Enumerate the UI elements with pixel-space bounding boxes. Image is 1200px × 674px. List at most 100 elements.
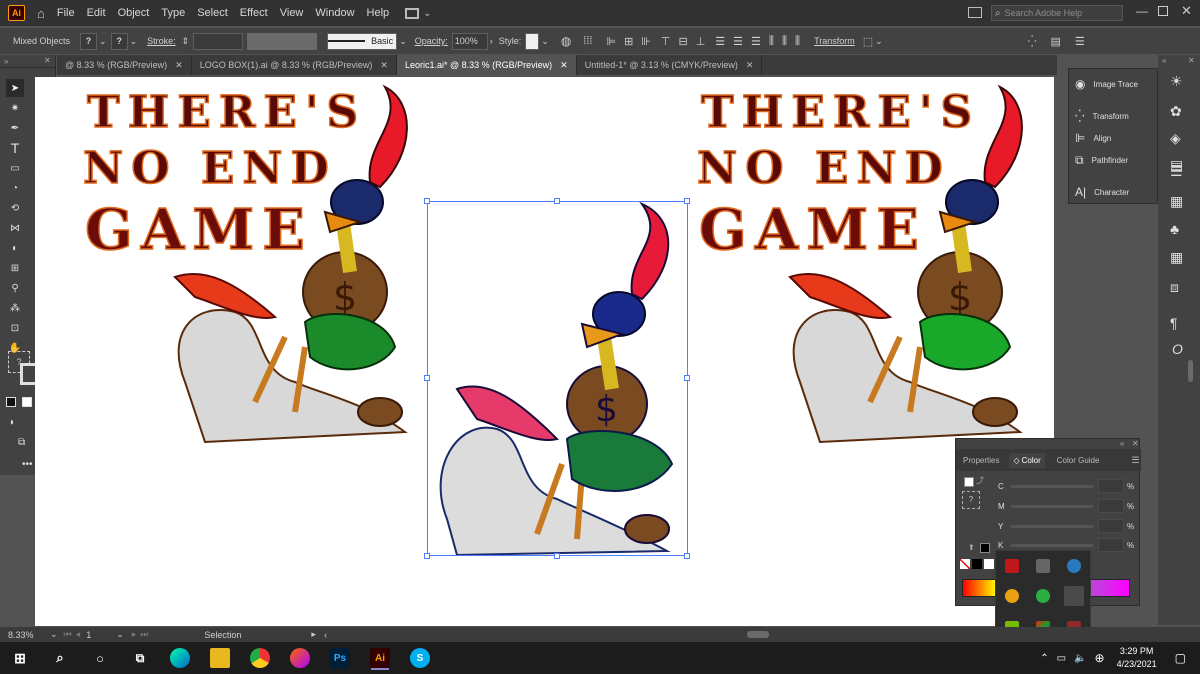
last-artboard-icon[interactable]: ⏭ [140, 629, 148, 640]
menu-edit[interactable]: Edit [87, 7, 106, 19]
panel-menu-icon[interactable]: ☰ [1131, 455, 1139, 466]
cortana-icon[interactable]: ○ [90, 648, 110, 668]
tab-untitled-1[interactable]: Untitled-1* @ 3.13 % (CMYK/Preview) ✕ [577, 55, 763, 75]
chevron-down-icon[interactable]: ⌄ [875, 36, 883, 47]
chrome-icon[interactable] [250, 648, 270, 668]
align-bottom-icon[interactable]: ⊥ [696, 35, 706, 48]
close-panel-icon[interactable]: ✕ [1132, 439, 1139, 448]
tab-color-guide[interactable]: Color Guide [1057, 456, 1100, 465]
channel-slider-k[interactable] [1011, 544, 1093, 547]
notification-icon[interactable]: ▢ [1175, 651, 1186, 665]
feather-icon[interactable] [1064, 586, 1084, 606]
vertical-scrollbar[interactable] [1188, 360, 1193, 382]
fill-mode-icon[interactable] [6, 397, 16, 407]
close-icon[interactable]: ✕ [380, 60, 388, 71]
close-panel-icon[interactable]: ✕ [1188, 56, 1195, 65]
menu-help[interactable]: Help [367, 7, 390, 19]
align-to-icon[interactable]: ⁞⁞⁞ [583, 35, 592, 47]
selection-handle-br[interactable] [684, 553, 690, 559]
tab-doc-1[interactable]: @ 8.33 % (RGB/Preview) ✕ [57, 55, 192, 75]
artboard-canvas[interactable]: THERE'S NO END GAME $ $ THERE'S NO END G… [35, 77, 1054, 626]
chevron-right-icon[interactable]: › [490, 36, 493, 46]
align-left-icon[interactable]: ⊫ [606, 35, 616, 48]
selection-handle-ml[interactable] [424, 375, 430, 381]
fill-swatch[interactable]: ? [80, 32, 98, 50]
brush-definition[interactable]: Basic [327, 32, 398, 50]
align-middle-icon[interactable]: ⊟ [678, 35, 687, 48]
gradient-mode-icon[interactable] [22, 397, 32, 407]
stroke-question-icon[interactable]: ? [962, 491, 980, 509]
menu-file[interactable]: File [57, 7, 75, 19]
channel-slider-y[interactable] [1011, 525, 1093, 528]
draw-mode-icon[interactable]: ◑ [8, 417, 14, 428]
selection-handle-tr[interactable] [684, 198, 690, 204]
zoom-level[interactable]: 8.33% [8, 630, 48, 640]
close-icon[interactable]: ✕ [560, 60, 568, 71]
panel-item-transform[interactable]: ⁛ Transform [1075, 109, 1129, 123]
chevron-down-icon[interactable]: ⌄ [130, 36, 138, 47]
menu-view[interactable]: View [280, 7, 304, 19]
close-icon[interactable]: ✕ [746, 60, 754, 71]
stroke-label[interactable]: Stroke: [147, 36, 176, 46]
search-app-icon[interactable] [1005, 589, 1019, 603]
type-tool-icon[interactable]: T [6, 139, 24, 157]
stroke-swatch[interactable]: ? [110, 32, 128, 50]
chevron-down-icon[interactable]: ⌄ [116, 629, 124, 640]
tab-leoric1[interactable]: Leoric1.ai* @ 8.33 % (RGB/Preview) ✕ [396, 55, 577, 75]
sync-app-icon[interactable] [1067, 559, 1081, 573]
illustrator-icon[interactable]: Ai [370, 648, 390, 668]
channel-field-y[interactable] [1098, 519, 1124, 533]
channel-field-m[interactable] [1098, 499, 1124, 513]
arrange-documents-icon[interactable] [968, 7, 982, 18]
channel-slider-m[interactable] [1011, 505, 1093, 508]
arrange-icon[interactable]: ⁛ [1028, 35, 1037, 48]
chevron-down-icon[interactable]: ⌄ [541, 36, 549, 47]
panel-menu-icon[interactable]: ▤ [1051, 35, 1061, 48]
opacity-field[interactable]: 100% [451, 32, 488, 50]
firefox-icon[interactable] [290, 648, 310, 668]
collapse-icon[interactable]: » [4, 57, 8, 66]
out-of-gamut-icon[interactable]: ⬆ [968, 543, 975, 552]
document-info-icon[interactable]: ⧈ [1170, 279, 1179, 296]
transform-link[interactable]: Transform [814, 36, 855, 46]
distribute-top-icon[interactable]: ☰ [715, 35, 725, 48]
rotate-tool-icon[interactable]: ⟲ [6, 199, 24, 217]
selection-tool-icon[interactable]: ➤ [6, 79, 24, 97]
close-button[interactable]: ✕ [1181, 3, 1192, 19]
horizontal-scrollbar-left[interactable]: ‹ [324, 630, 327, 640]
search-icon[interactable]: ⌕ [50, 648, 70, 668]
distribute-bottom-icon[interactable]: ☰ [751, 35, 761, 48]
task-view-icon[interactable]: ⧉ [130, 648, 150, 668]
mesh-tool-icon[interactable]: ⊞ [6, 259, 24, 277]
glyphs-icon[interactable]: O [1172, 341, 1183, 357]
panel-item-image-trace[interactable]: ◉ Image Trace [1075, 77, 1138, 91]
appearance-icon[interactable]: ☀ [1170, 73, 1183, 90]
prev-artboard-icon[interactable]: ◂ [76, 629, 81, 640]
edge-icon[interactable] [170, 648, 190, 668]
magic-wand-tool-icon[interactable]: ✷ [6, 99, 24, 117]
eye-off-icon[interactable] [1036, 559, 1050, 573]
artboard-number[interactable]: 1 [86, 630, 114, 640]
selection-handle-tl[interactable] [424, 198, 430, 204]
more-tools-icon[interactable]: ••• [22, 459, 33, 470]
panel-item-character[interactable]: A| Character [1075, 185, 1129, 199]
rectangle-tool-icon[interactable]: ▭ [6, 159, 24, 177]
eyedropper-tool-icon[interactable]: ⚲ [6, 279, 24, 297]
stroke-weight-stepper[interactable]: ⇕ [182, 36, 190, 47]
collapse-icon[interactable]: « [1120, 439, 1124, 448]
tab-properties[interactable]: Properties [963, 456, 999, 465]
chevron-down-icon[interactable]: ⌄ [423, 8, 431, 19]
fill-stroke-indicator[interactable] [964, 477, 974, 487]
align-top-icon[interactable]: ⊤ [661, 35, 671, 48]
libraries-icon[interactable]: ▦ [1170, 193, 1183, 210]
first-artboard-icon[interactable]: ⏮ [64, 629, 72, 640]
collapse-icon[interactable]: « [1162, 56, 1166, 65]
photoshop-icon[interactable]: Ps [330, 648, 350, 668]
workspace-switcher-icon[interactable] [405, 7, 420, 19]
horizontal-scrollbar[interactable] [746, 631, 769, 638]
skype-icon[interactable]: S [410, 648, 430, 668]
close-icon[interactable]: ✕ [175, 60, 183, 71]
stroke-weight-field[interactable] [193, 32, 244, 50]
menu-type[interactable]: Type [161, 7, 185, 19]
black-swatch[interactable] [980, 543, 990, 553]
